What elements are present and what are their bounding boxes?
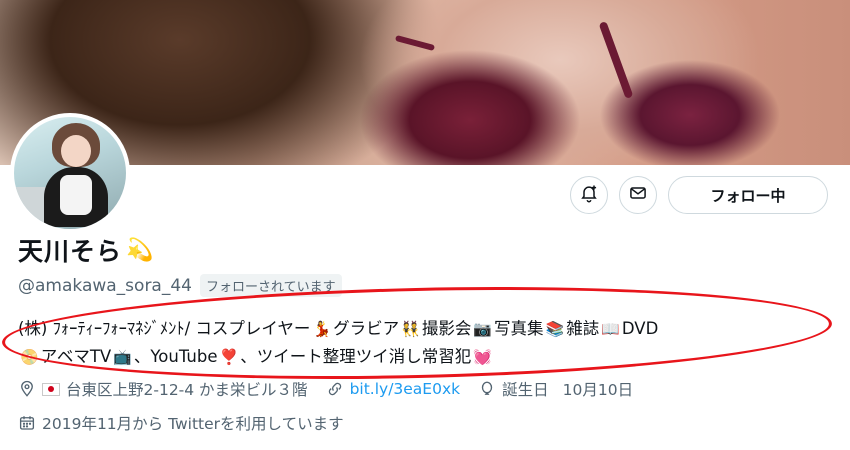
message-button[interactable] [619, 176, 657, 214]
user-handle: @amakawa_sora_44 [18, 275, 192, 296]
birthday-label: 誕生日 [502, 381, 549, 399]
profile-banner[interactable] [0, 0, 850, 165]
bio-line-2: 📀 アベマTV 📺 、YouTube ❣️ 、ツイート整理ツイ消し常習犯 💓 [18, 343, 838, 371]
dancer-emoji-icon: 💃 [312, 320, 332, 338]
display-name: 天川そら [18, 237, 123, 266]
heart-exclamation-emoji-icon: ❣️ [219, 348, 239, 366]
birthday-date: 10月10日 [562, 381, 634, 399]
joined-date-text: 2019年11月から Twitterを利用しています [42, 415, 344, 433]
profile-bio: (株) ﾌｫｰﾃｨｰﾌｫｰﾏﾈｼﾞﾒﾝﾄ/ コスプレイヤー 💃 グラビア 👯 撮影会 📷 写… [18, 315, 838, 371]
bio-text: 、ツイート整理ツイ消し常習犯 [240, 347, 472, 366]
profile-website-link[interactable]: bit.ly/3eaE0xk [350, 380, 461, 398]
camera-emoji-icon: 📷 [473, 320, 492, 338]
bio-text: DVD [621, 319, 659, 338]
link-icon [326, 380, 344, 398]
following-button[interactable]: フォロー中 [668, 176, 828, 214]
beating-heart-emoji-icon: 💓 [473, 348, 492, 366]
display-name-row: 天川そら 💫 [18, 232, 155, 268]
books-emoji-icon: 📚 [545, 320, 565, 338]
tv-emoji-icon: 📺 [113, 348, 132, 366]
balloon-icon [478, 380, 496, 398]
bio-text: (株) ﾌｫｰﾃｨｰﾌｫｰﾏﾈｼﾞﾒﾝﾄ/ コスプレイヤー [18, 319, 311, 338]
bio-text: 雑誌 [566, 319, 600, 338]
bunny-emoji-icon: 👯 [401, 320, 420, 338]
bell-plus-icon [579, 183, 599, 207]
bio-text: 写真集 [494, 319, 544, 338]
joined-row: 2019年11月から Twitterを利用しています [18, 412, 344, 434]
bio-text: アベマTV [40, 347, 112, 366]
envelope-icon [628, 183, 648, 207]
location-pin-icon [18, 380, 36, 398]
notification-bell-button[interactable] [570, 176, 608, 214]
calendar-icon [18, 414, 36, 432]
japan-flag-icon [42, 382, 60, 396]
bio-text: 、YouTube [133, 347, 218, 366]
follows-you-badge: フォローされています [199, 274, 342, 297]
dvd-emoji-icon: 📀 [20, 348, 39, 366]
bio-text: グラビア [333, 319, 400, 338]
bio-text: 撮影会 [421, 319, 472, 338]
bio-line-1: (株) ﾌｫｰﾃｨｰﾌｫｰﾏﾈｼﾞﾒﾝﾄ/ コスプレイヤー 💃 グラビア 👯 撮影会 📷 写… [18, 315, 838, 343]
profile-avatar[interactable] [10, 113, 130, 233]
location-text: 台東区上野2-12-4 かま栄ビル３階 [66, 381, 308, 399]
open-book-emoji-icon: 📖 [601, 320, 620, 338]
handle-row: @amakawa_sora_44 フォローされています [18, 274, 342, 297]
profile-meta-row: 台東区上野2-12-4 かま栄ビル３階 bit.ly/3eaE0xk 誕生日 1… [18, 378, 633, 400]
dizzy-emoji-icon: 💫 [126, 237, 154, 263]
